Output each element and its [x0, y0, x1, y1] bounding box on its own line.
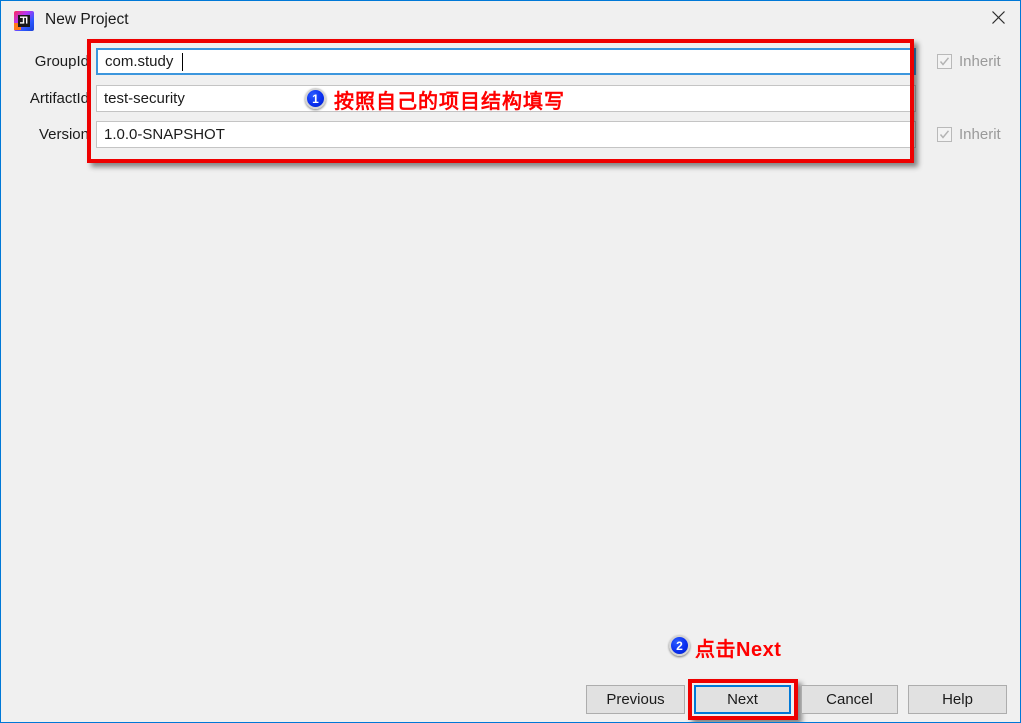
cancel-button[interactable]: Cancel: [801, 685, 898, 714]
inherit-groupid-checkbox[interactable]: [937, 54, 952, 69]
label-artifactid: ArtifactId: [29, 90, 89, 107]
intellij-idea-icon: [13, 10, 35, 32]
window-title: New Project: [45, 11, 129, 28]
version-input[interactable]: [96, 121, 916, 148]
inherit-groupid-row[interactable]: Inherit: [937, 53, 1001, 70]
label-groupid: GroupId: [34, 53, 89, 70]
annotation-text-1: 按照自己的项目结构填写: [334, 91, 565, 113]
label-version: Version: [38, 126, 89, 143]
next-button[interactable]: Next: [694, 685, 791, 714]
annotation-badge-2: 2: [669, 635, 690, 656]
annotation-text-2: 点击Next: [695, 639, 782, 661]
inherit-groupid-label: Inherit: [959, 53, 1001, 70]
inherit-version-row[interactable]: Inherit: [937, 126, 1001, 143]
title-bar: New Project: [1, 1, 1020, 39]
annotation-badge-1: 1: [305, 88, 326, 109]
new-project-dialog: New Project GroupId Inherit ArtifactId V…: [0, 0, 1021, 723]
inherit-version-checkbox[interactable]: [937, 127, 952, 142]
help-button[interactable]: Help: [908, 685, 1007, 714]
text-caret: [182, 53, 183, 71]
previous-button[interactable]: Previous: [586, 685, 685, 714]
groupid-input[interactable]: [96, 48, 916, 75]
close-icon[interactable]: [974, 1, 1020, 34]
inherit-version-label: Inherit: [959, 126, 1001, 143]
